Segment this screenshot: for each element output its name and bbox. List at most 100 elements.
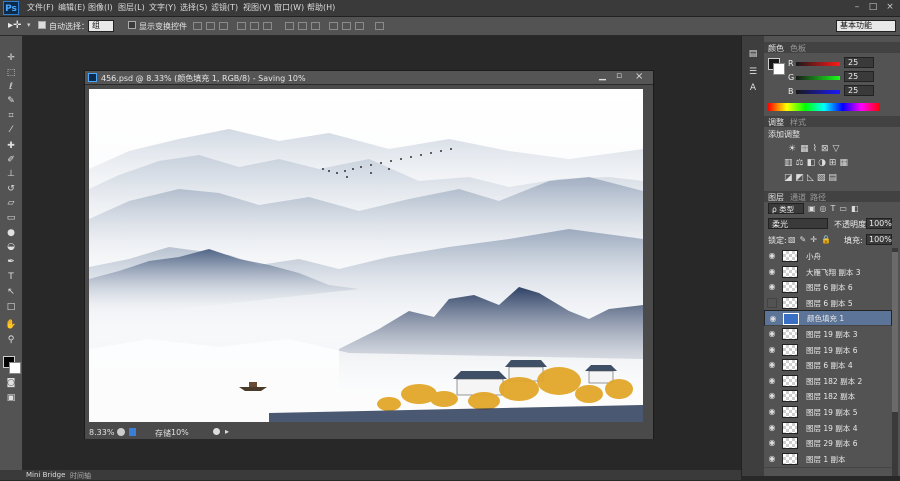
distribute-top-icon[interactable] <box>285 22 294 30</box>
layer-row[interactable]: ◉ 图层 1 副本 <box>764 450 892 468</box>
healing-brush-tool-icon[interactable]: ✚ <box>4 140 18 152</box>
path-select-tool-icon[interactable]: ↖ <box>4 286 18 298</box>
move-tool-icon[interactable]: ✛ <box>4 52 18 64</box>
distribute-bottom-icon[interactable] <box>311 22 320 30</box>
tab-channels[interactable]: 通道 <box>790 192 806 203</box>
align-vcenter-icon[interactable] <box>206 22 215 30</box>
menu-layer[interactable]: 图层(L) <box>118 2 145 13</box>
menu-filter[interactable]: 滤镜(T) <box>211 2 238 13</box>
menu-edit[interactable]: 编辑(E) <box>58 2 85 13</box>
distribute-vcenter-icon[interactable] <box>298 22 307 30</box>
tab-layers[interactable]: 图层 <box>768 192 784 203</box>
tab-swatches[interactable]: 色板 <box>790 43 806 54</box>
visibility-eye-icon[interactable]: ◉ <box>767 282 777 292</box>
menu-image[interactable]: 图像(I) <box>88 2 113 13</box>
align-top-icon[interactable] <box>193 22 202 30</box>
history-brush-tool-icon[interactable]: ↺ <box>4 183 18 195</box>
type-tool-icon[interactable]: T <box>4 271 18 283</box>
layer-row[interactable]: ◉ 图层 19 副本 6 <box>764 341 892 359</box>
menu-window[interactable]: 窗口(W) <box>274 2 304 13</box>
visibility-eye-icon[interactable]: ◉ <box>767 438 777 448</box>
visibility-eye-icon[interactable]: ◉ <box>767 360 777 370</box>
ink-landscape-canvas[interactable] <box>89 89 643 422</box>
blue-slider[interactable] <box>796 90 840 94</box>
menu-type[interactable]: 文字(Y) <box>149 2 176 13</box>
minimize-icon[interactable]: – <box>850 1 864 14</box>
visibility-eye-icon[interactable]: ◉ <box>767 454 777 464</box>
gradient-tool-icon[interactable]: ▭ <box>4 212 18 224</box>
lasso-tool-icon[interactable]: ℓ <box>4 81 18 93</box>
layer-row[interactable]: ◉ 图层 19 副本 4 <box>764 419 892 437</box>
history-panel-icon[interactable]: ▤ <box>746 48 760 60</box>
cancel-save-icon[interactable] <box>213 428 220 435</box>
tab-adjustments[interactable]: 调整 <box>768 117 784 128</box>
visibility-eye-icon[interactable]: ◉ <box>767 376 777 386</box>
tab-paths[interactable]: 路径 <box>810 192 826 203</box>
layer-row[interactable]: 图层 6 副本 5 <box>764 294 892 312</box>
auto-select-checkbox[interactable] <box>38 21 46 29</box>
zoom-level[interactable]: 8.33% <box>89 428 114 437</box>
move-tool-icon[interactable]: ▸✛ <box>8 20 21 31</box>
visibility-eye-icon[interactable]: ◉ <box>767 251 777 261</box>
distribute-right-icon[interactable] <box>355 22 364 30</box>
clone-stamp-tool-icon[interactable]: ⊥ <box>4 168 18 180</box>
eyedropper-tool-icon[interactable]: ⁄ <box>4 124 18 136</box>
dodge-tool-icon[interactable]: ◒ <box>4 241 18 253</box>
layer-row[interactable]: ◉ 图层 29 副本 6 <box>764 435 892 453</box>
brush-tool-icon[interactable]: ✐ <box>4 154 18 166</box>
distribute-hcenter-icon[interactable] <box>342 22 351 30</box>
visibility-eye-icon[interactable]: ◉ <box>767 329 777 339</box>
fill-input[interactable]: 100% <box>866 234 892 245</box>
red-slider[interactable] <box>796 62 840 66</box>
document-titlebar[interactable]: 456.psd @ 8.33% (颜色填充 1, RGB/8) - Saving… <box>85 71 653 85</box>
layer-row[interactable]: ◉ 图层 182 副本 2 <box>764 372 892 390</box>
green-value-input[interactable]: 25 <box>844 71 874 82</box>
align-bottom-icon[interactable] <box>219 22 228 30</box>
green-slider[interactable] <box>796 76 840 80</box>
layer-row[interactable]: ◉ 大雁飞翔 副本 3 <box>764 263 892 281</box>
workspace-dropdown[interactable]: 基本功能 <box>836 20 896 32</box>
layer-row[interactable]: ◉ 颜色填充 1 <box>764 310 892 327</box>
color-spectrum-ramp[interactable] <box>768 103 880 111</box>
quick-select-tool-icon[interactable]: ✎ <box>4 95 18 107</box>
rectangle-tool-icon[interactable]: □ <box>4 301 18 313</box>
layer-row[interactable]: ◉ 图层 182 副本 <box>764 388 892 406</box>
screen-mode-icon[interactable]: ▣ <box>4 392 18 404</box>
marquee-tool-icon[interactable]: ⬚ <box>4 67 18 79</box>
blur-tool-icon[interactable]: ● <box>4 227 18 239</box>
quick-mask-icon[interactable]: ◙ <box>4 377 18 389</box>
chevron-down-icon[interactable]: ▾ <box>27 21 31 29</box>
layer-row[interactable]: ◉ 图层 19 副本 3 <box>764 326 892 343</box>
visibility-eye-icon[interactable]: ◉ <box>767 267 777 277</box>
character-panel-icon[interactable]: A <box>746 82 760 94</box>
layer-row[interactable]: ◉ 图层 19 副本 5 <box>764 404 892 421</box>
zoom-tool-icon[interactable]: ⚲ <box>4 334 18 346</box>
red-value-input[interactable]: 25 <box>844 57 874 68</box>
visibility-eye-icon[interactable]: ◉ <box>768 314 778 324</box>
tab-mini-bridge[interactable]: Mini Bridge <box>26 471 65 479</box>
close-icon[interactable]: × <box>883 1 897 14</box>
opacity-input[interactable]: 100% <box>866 218 892 229</box>
doc-maximize-icon[interactable]: ▫ <box>616 71 622 81</box>
status-menu-arrow-icon[interactable]: ▸ <box>225 427 229 436</box>
maximize-icon[interactable]: □ <box>866 1 880 14</box>
doc-minimize-icon[interactable]: ▁ <box>599 71 606 81</box>
pen-tool-icon[interactable]: ✒ <box>4 256 18 268</box>
layers-scrollbar-thumb[interactable] <box>892 252 898 412</box>
layer-filter-icons[interactable]: ▣◎T▭◧ <box>808 204 863 213</box>
menu-file[interactable]: 文件(F) <box>27 2 54 13</box>
crop-tool-icon[interactable]: ⌗ <box>4 110 18 122</box>
tab-color[interactable]: 颜色 <box>768 43 784 54</box>
layer-kind-filter[interactable]: ρ 类型 <box>768 203 804 214</box>
align-hcenter-icon[interactable] <box>250 22 259 30</box>
align-left-icon[interactable] <box>237 22 246 30</box>
doc-close-icon[interactable]: × <box>635 71 643 82</box>
blue-value-input[interactable]: 25 <box>844 85 874 96</box>
show-transform-checkbox[interactable] <box>128 21 136 29</box>
lock-icons[interactable]: ▧✎✛🔒 <box>788 235 835 244</box>
menu-help[interactable]: 帮助(H) <box>307 2 335 13</box>
adjustment-icons-row-3[interactable]: ◪◩◺▨▤ <box>784 173 840 183</box>
background-color-swatch[interactable] <box>773 63 785 75</box>
layer-row[interactable]: ◉ 图层 6 副本 6 <box>764 279 892 297</box>
menu-view[interactable]: 视图(V) <box>243 2 271 13</box>
